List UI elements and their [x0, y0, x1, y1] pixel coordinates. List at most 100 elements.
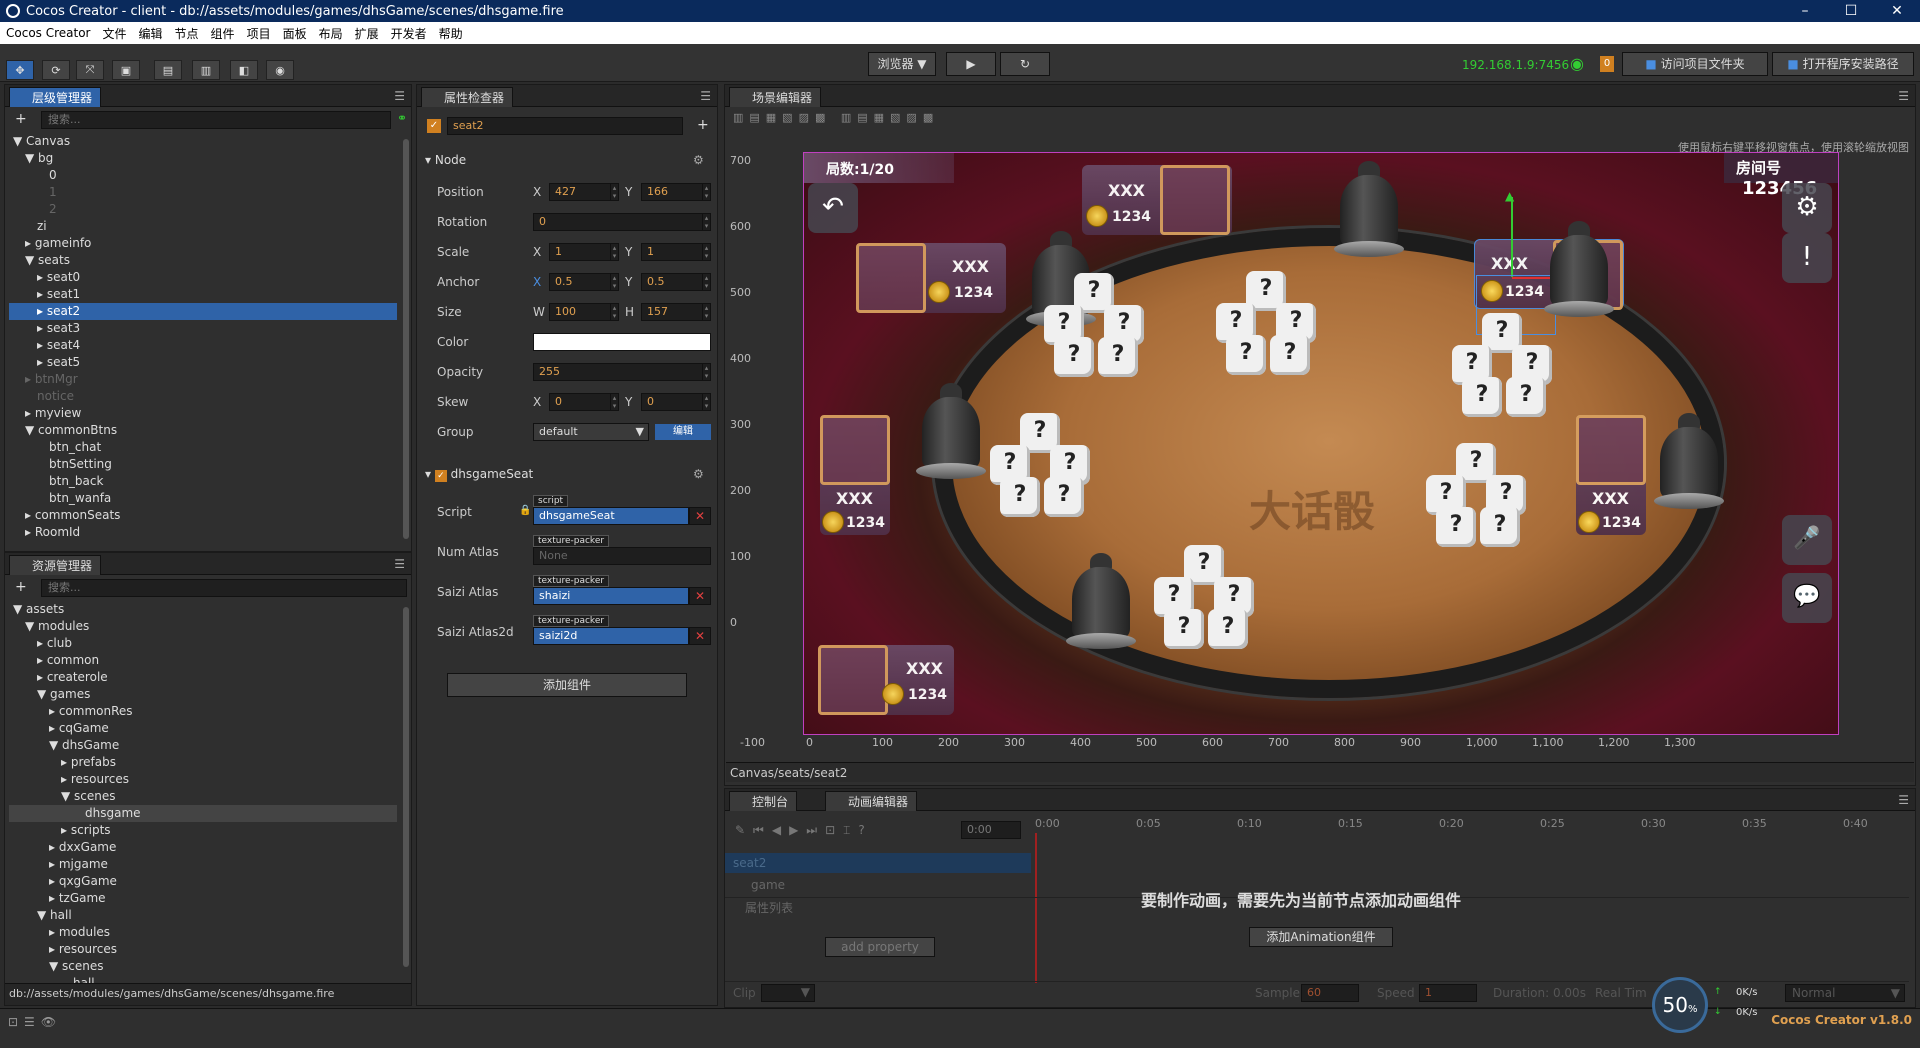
seat-bottom-self[interactable]: XXX 1234	[818, 645, 954, 715]
menu-project[interactable]: 项目	[241, 25, 277, 42]
rotate-tool-icon[interactable]: ⟳	[42, 60, 70, 80]
menu-extension[interactable]: 扩展	[349, 25, 385, 42]
preview-platform-select[interactable]: 浏览器 ▼	[868, 52, 936, 76]
hierarchy-tree-item[interactable]: 2	[9, 201, 397, 218]
maximize-button[interactable]: ☐	[1828, 3, 1874, 19]
sample-input[interactable]: 60	[1301, 984, 1359, 1002]
component-header[interactable]: ▾ ✓ dhsgameSeat	[425, 467, 533, 482]
scale-y-input[interactable]: 1 ▴ ▾	[641, 243, 711, 261]
mic-button[interactable]: 🎤	[1782, 515, 1832, 565]
tab-hierarchy[interactable]: 层级管理器	[9, 87, 102, 107]
add-property-button[interactable]: add property	[825, 937, 935, 957]
hierarchy-tree-item[interactable]: ▸ myview	[9, 405, 397, 422]
size-h-input[interactable]: 157 ▴ ▾	[641, 303, 711, 321]
hierarchy-tree-item[interactable]: btn_back	[9, 473, 397, 490]
hierarchy-tree-item[interactable]: ▸ seat5	[9, 354, 397, 371]
asset-tree-item[interactable]: ▼ scenes	[9, 788, 397, 805]
pivot-icon[interactable]: ▥	[192, 60, 220, 80]
menu-node[interactable]: 节点	[169, 25, 205, 42]
assets-search-input[interactable]: 搜索...	[41, 579, 407, 597]
tab-animation-editor[interactable]: 动画编辑器	[825, 791, 918, 811]
rotation-input[interactable]: 0 ▴ ▾	[533, 213, 711, 231]
panel-menu-icon[interactable]: ☰	[394, 557, 405, 571]
asset-tree-item[interactable]: ▸ common	[9, 652, 397, 669]
scale-x-input[interactable]: 1 ▴ ▾	[549, 243, 619, 261]
hierarchy-tree-item[interactable]: ▸ gameinfo	[9, 235, 397, 252]
panel-menu-icon[interactable]: ☰	[700, 89, 711, 103]
hierarchy-tree-item[interactable]: notice	[9, 388, 397, 405]
asset-tree-item[interactable]: ▸ dxxGame	[9, 839, 397, 856]
status-icons[interactable]: ⊡☰👁	[8, 1015, 62, 1029]
component-checkbox[interactable]: ✓	[434, 470, 447, 482]
num-atlas-field[interactable]: None	[533, 547, 711, 565]
hierarchy-tree-item[interactable]: ▸ commonSeats	[9, 507, 397, 524]
menu-panel[interactable]: 面板	[277, 25, 313, 42]
close-button[interactable]: ✕	[1874, 3, 1920, 19]
chat-button[interactable]: 💬	[1782, 573, 1832, 623]
add-component-button[interactable]: 添加组件	[447, 673, 687, 697]
local-coord-icon[interactable]: ▤	[154, 60, 182, 80]
asset-tree-item[interactable]: ▸ prefabs	[9, 754, 397, 771]
minimize-button[interactable]: –	[1782, 3, 1828, 19]
asset-tree-item[interactable]: ▼ dhsGame	[9, 737, 397, 754]
size-w-input[interactable]: 100 ▴ ▾	[549, 303, 619, 321]
assets-scrollbar[interactable]	[403, 607, 409, 967]
position-x-input[interactable]: 427 ▴ ▾	[549, 183, 619, 201]
skew-y-input[interactable]: 0 ▴ ▾	[641, 393, 711, 411]
hierarchy-tree-item[interactable]: ▸ seat4	[9, 337, 397, 354]
move-tool-icon[interactable]: ✥	[6, 60, 34, 80]
anchor-y-input[interactable]: 0.5 ▴ ▾	[641, 273, 711, 291]
hierarchy-tree-item[interactable]: ▸ seat1	[9, 286, 397, 303]
asset-tree-item[interactable]: ▸ mjgame	[9, 856, 397, 873]
wrap-mode-select[interactable]: Normal ▼	[1785, 984, 1905, 1002]
menu-edit[interactable]: 编辑	[133, 25, 169, 42]
hierarchy-tree-item[interactable]: btn_chat	[9, 439, 397, 456]
saizi-atlas-field[interactable]: shaizi	[533, 587, 689, 605]
seat-top-left[interactable]: XXX 1234	[856, 243, 1006, 313]
rect-tool-icon[interactable]: ▣	[112, 60, 140, 80]
scale-tool-icon[interactable]: ⤧	[76, 60, 104, 80]
open-project-folder-button[interactable]: ■ 访问项目文件夹	[1622, 52, 1768, 76]
hierarchy-tree-item[interactable]: btn_wanfa	[9, 490, 397, 507]
hierarchy-tree-item[interactable]: ▸ seat0	[9, 269, 397, 286]
tab-scene-editor[interactable]: 场景编辑器	[729, 87, 822, 107]
anchor-x-input[interactable]: 0.5 ▴ ▾	[549, 273, 619, 291]
gizmo-y-axis[interactable]	[1511, 197, 1513, 277]
position-y-input[interactable]: 166 ▴ ▾	[641, 183, 711, 201]
asset-tree-item[interactable]: ▸ qxgGame	[9, 873, 397, 890]
anim-child-row[interactable]: game	[725, 875, 1031, 895]
gear-icon[interactable]: ⚙	[693, 467, 704, 481]
asset-tree-item[interactable]: ▸ modules	[9, 924, 397, 941]
menu-help[interactable]: 帮助	[433, 25, 469, 42]
tab-inspector[interactable]: 属性检查器	[421, 87, 514, 107]
asset-tree-item[interactable]: ▸ resources	[9, 771, 397, 788]
snap-icon[interactable]: ◧	[230, 60, 258, 80]
add-node-icon[interactable]: +	[15, 111, 27, 127]
hierarchy-tree-item[interactable]: ▸ seat2	[9, 303, 397, 320]
clear-script-icon[interactable]: ✕	[689, 507, 711, 525]
asset-tree-item[interactable]: ▼ games	[9, 686, 397, 703]
play-button[interactable]: ▶	[946, 52, 996, 76]
align-toolbar[interactable]: ▥▤▦▧▨▩ ▥▤▦▧▨▩	[733, 111, 939, 124]
game-canvas[interactable]: 大话骰 局数:1/20 房间号 123456 ↶ ⚙ ! 🎤 💬 XXX 123…	[803, 152, 1839, 735]
rules-button[interactable]: !	[1782, 233, 1832, 283]
menu-layout[interactable]: 布局	[313, 25, 349, 42]
asset-tree-item[interactable]: ▸ commonRes	[9, 703, 397, 720]
hierarchy-tree-item[interactable]: 1	[9, 184, 397, 201]
group-select[interactable]: default ▼	[533, 423, 649, 441]
asset-tree-item[interactable]: dhsgame	[9, 805, 397, 822]
hierarchy-tree-item[interactable]: btnSetting	[9, 456, 397, 473]
seat-right[interactable]: XXX 1234	[1576, 415, 1646, 535]
panel-menu-icon[interactable]: ☰	[1898, 89, 1909, 103]
hierarchy-tree-item[interactable]: ▼ bg	[9, 150, 397, 167]
add-asset-icon[interactable]: +	[15, 579, 27, 595]
anim-controls[interactable]: ✎⏮◀▶⏭⊡⌶?	[735, 823, 873, 838]
opacity-input[interactable]: 255 ▴ ▾	[533, 363, 711, 381]
node-active-checkbox[interactable]: ✓	[427, 119, 441, 133]
speed-input[interactable]: 1	[1419, 984, 1477, 1002]
hierarchy-tree-item[interactable]: ▼ commonBtns	[9, 422, 397, 439]
hierarchy-tree-item[interactable]: 0	[9, 167, 397, 184]
add-icon[interactable]: +	[697, 117, 709, 133]
menu-component[interactable]: 组件	[205, 25, 241, 42]
color-swatch[interactable]	[533, 333, 711, 351]
